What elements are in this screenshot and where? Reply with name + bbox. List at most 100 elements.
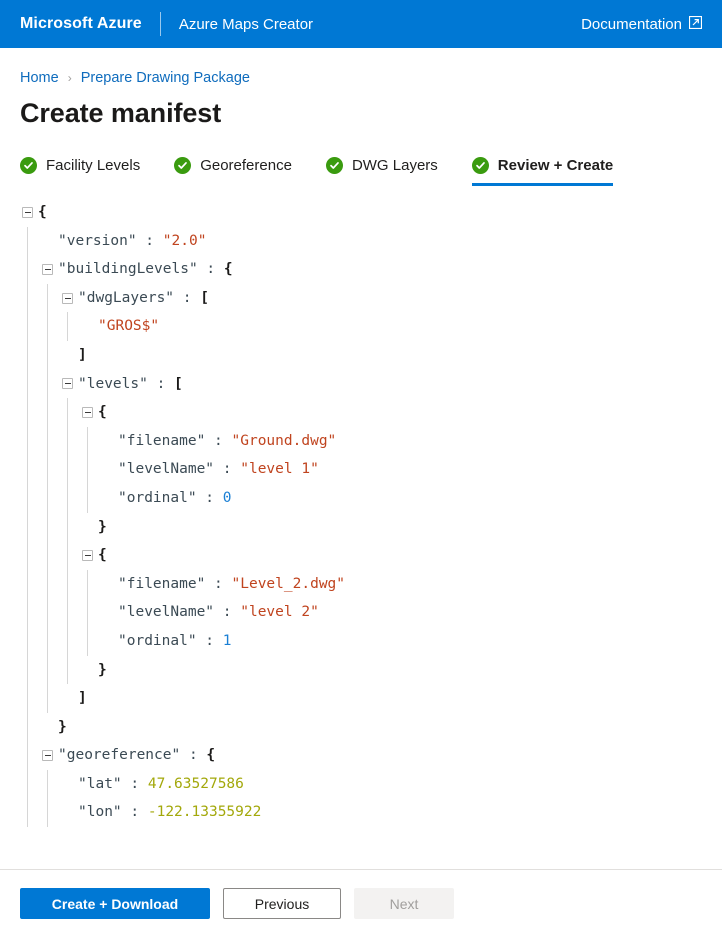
json-indent-guide — [82, 426, 102, 456]
check-circle-icon — [20, 157, 37, 174]
json-brace: ] — [78, 690, 87, 707]
json-indent-guide — [22, 255, 42, 284]
breadcrumb-item-home[interactable]: Home — [20, 70, 59, 86]
json-indent-guide — [42, 798, 62, 827]
external-link-icon — [688, 15, 703, 32]
json-indent-guide — [22, 369, 42, 399]
json-line: } — [22, 712, 702, 742]
json-indent-guide — [22, 483, 42, 513]
json-line: } — [22, 512, 702, 542]
json-punctuation: : — [174, 289, 201, 306]
check-circle-icon — [174, 157, 192, 174]
page-content: Home › Prepare Drawing Package Create ma… — [0, 48, 722, 828]
json-line: "levelName" : "level 1" — [22, 455, 702, 484]
breadcrumb-item-prepare-drawing-package[interactable]: Prepare Drawing Package — [81, 70, 250, 86]
json-key: "filename" — [118, 575, 206, 592]
json-indent-guide — [42, 340, 62, 370]
json-string-value: "level 1" — [240, 461, 319, 478]
json-indent-guide — [62, 626, 82, 656]
json-punctuation: : — [205, 575, 232, 592]
json-string-value: "Level_2.dwg" — [231, 575, 346, 592]
check-circle-icon — [325, 157, 343, 174]
manifest-json-viewer[interactable]: {"version" : "2.0" "buildingLevels" : {"d… — [20, 198, 702, 828]
json-line: "ordinal" : 0 — [22, 483, 702, 513]
json-brace: } — [98, 661, 107, 678]
json-collapse-toggle-icon[interactable] — [62, 292, 73, 304]
json-indent-guide — [82, 626, 102, 656]
previous-button[interactable]: Previous — [223, 888, 341, 919]
json-key: "levelName" — [118, 461, 215, 478]
breadcrumb: Home › Prepare Drawing Package — [20, 48, 702, 86]
step-tab-dwg-layers[interactable]: DWG Layers — [325, 157, 438, 186]
json-collapse-toggle-icon[interactable] — [42, 750, 53, 762]
json-indent-guide — [22, 312, 42, 341]
json-string-value: "level 2" — [240, 604, 319, 621]
step-tab-facility-levels[interactable]: Facility Levels — [20, 157, 140, 186]
json-indent-guide — [62, 541, 82, 570]
json-brace: { — [206, 747, 216, 764]
json-indent-guide — [42, 483, 62, 513]
json-key: "levelName" — [118, 604, 215, 621]
json-line: "georeference" : { — [22, 741, 702, 770]
json-indent-guide — [82, 483, 102, 513]
json-punctuation: : — [196, 489, 223, 506]
json-punctuation: : — [196, 632, 223, 649]
json-number-value: 47.63527586 — [147, 775, 244, 792]
json-number-value: 1 — [222, 632, 232, 649]
page-title: Create manifest — [20, 98, 222, 128]
footer-divider — [0, 869, 722, 870]
json-line: "filename" : "Level_2.dwg" — [22, 569, 702, 599]
json-indent-guide — [42, 684, 62, 713]
brand-divider — [159, 12, 161, 36]
json-line: "buildingLevels" : { — [22, 255, 702, 284]
json-indent-guide — [22, 398, 42, 427]
json-indent-guide — [82, 569, 102, 599]
json-key: "georeference" — [58, 747, 181, 764]
step-tab-label: Facility Levels — [46, 157, 141, 174]
step-tab-georeference[interactable]: Georeference — [174, 157, 292, 186]
json-collapse-toggle-icon[interactable] — [22, 206, 33, 218]
json-key: "ordinal" — [118, 489, 197, 506]
json-key: "version" — [58, 232, 137, 249]
json-indent-guide — [62, 569, 82, 599]
json-indent-guide — [22, 655, 42, 685]
json-collapse-toggle-icon[interactable] — [82, 406, 93, 418]
breadcrumb-separator-icon: › — [67, 71, 72, 85]
json-indent-guide — [22, 798, 42, 827]
documentation-link[interactable]: Documentation — [581, 15, 703, 33]
json-number-value: 0 — [222, 489, 232, 506]
json-collapse-toggle-icon[interactable] — [82, 549, 93, 561]
json-indent-guide — [42, 598, 62, 627]
json-line: } — [22, 655, 702, 685]
json-brace: [ — [174, 375, 183, 392]
json-line: { — [22, 198, 702, 227]
json-punctuation: : — [205, 432, 232, 449]
brand-microsoft-azure[interactable]: Microsoft Azure — [20, 15, 142, 33]
documentation-label: Documentation — [581, 15, 682, 33]
json-indent-guide — [22, 283, 42, 313]
create-download-button[interactable]: Create + Download — [20, 888, 210, 919]
json-line: "lat" : 47.63527586 — [22, 769, 702, 799]
json-line: "levels" : [ — [22, 369, 702, 399]
check-circle-icon — [471, 157, 489, 174]
json-indent-guide — [42, 626, 62, 656]
next-button: Next — [354, 888, 454, 919]
json-collapse-toggle-icon[interactable] — [42, 263, 53, 275]
json-indent-guide — [42, 569, 62, 599]
json-indent-guide — [42, 398, 62, 427]
json-brace: } — [98, 518, 107, 535]
json-indent-guide — [62, 655, 82, 685]
json-collapse-toggle-icon[interactable] — [62, 378, 73, 390]
json-indent-guide — [82, 598, 102, 627]
json-indent-guide — [62, 512, 82, 542]
step-tab-review-create[interactable]: Review + Create — [471, 157, 614, 186]
json-brace: { — [98, 547, 107, 564]
json-indent-guide — [22, 712, 42, 742]
json-key: "filename" — [118, 432, 206, 449]
json-key: "lat" — [78, 775, 122, 792]
json-line: ] — [22, 340, 702, 370]
json-brace: ] — [78, 346, 87, 363]
json-line: "levelName" : "level 2" — [22, 598, 702, 627]
json-punctuation: : — [121, 775, 148, 792]
footer-actions: Create + Download Previous Next — [20, 888, 454, 919]
